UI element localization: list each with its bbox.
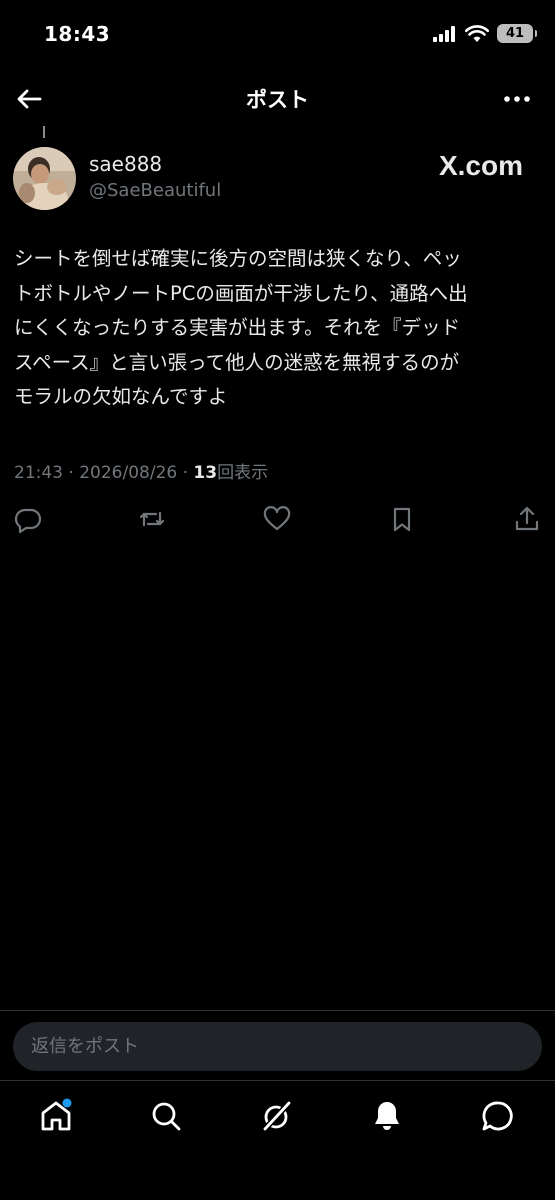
status-bar: 18:43 41 bbox=[0, 0, 555, 70]
battery-icon: 41 bbox=[497, 24, 537, 43]
status-time: 18:43 bbox=[44, 22, 111, 46]
status-icons: 41 bbox=[433, 24, 537, 43]
notification-dot bbox=[62, 1098, 72, 1108]
reply-input[interactable] bbox=[13, 1022, 542, 1071]
share-icon[interactable] bbox=[512, 504, 542, 534]
signal-icon bbox=[433, 25, 455, 42]
reply-icon[interactable] bbox=[13, 504, 43, 534]
page-title: ポスト bbox=[246, 88, 309, 112]
post-text-line: モラルの欠如なんですよ bbox=[14, 385, 228, 408]
post-text-line: スペース』と言い張って他人の迷惑を無視するのが bbox=[14, 350, 460, 374]
author-name[interactable]: sae888 bbox=[89, 152, 162, 176]
avatar-image bbox=[13, 147, 76, 210]
author-handle[interactable]: @SaeBeautiful bbox=[89, 180, 221, 201]
post-text: シートを倒せば確実に後方の空間は狭くなり、ペッ トボトルやノートPCの画面が干渉… bbox=[14, 242, 542, 415]
more-icon[interactable] bbox=[501, 84, 533, 114]
search-icon[interactable] bbox=[148, 1098, 184, 1134]
post-time[interactable]: 21:43 bbox=[14, 463, 63, 483]
top-bar: ポスト bbox=[0, 72, 555, 124]
battery-level: 41 bbox=[505, 26, 525, 41]
notifications-icon[interactable] bbox=[369, 1098, 405, 1134]
bookmark-icon[interactable] bbox=[387, 504, 417, 534]
grok-icon[interactable] bbox=[259, 1098, 295, 1134]
post-text-line: トボトルやノートPCの画面が干渉したり、通路へ出 bbox=[14, 281, 468, 305]
like-icon[interactable] bbox=[262, 504, 292, 534]
home-icon[interactable] bbox=[38, 1098, 74, 1134]
post-date[interactable]: 2026/08/26 bbox=[79, 463, 177, 483]
divider bbox=[0, 1080, 555, 1081]
views-count[interactable]: 13 bbox=[193, 463, 217, 483]
post-meta: 21:43 · 2026/08/26 · 13回表示 bbox=[14, 458, 268, 483]
bottom-nav bbox=[0, 1082, 555, 1152]
views-label[interactable]: 回表示 bbox=[217, 463, 268, 483]
post-actions bbox=[0, 502, 555, 538]
reply-box[interactable] bbox=[13, 1022, 542, 1071]
wifi-icon bbox=[465, 24, 489, 42]
x-com-watermark: X.com bbox=[438, 150, 523, 181]
avatar[interactable] bbox=[13, 147, 76, 210]
thread-line bbox=[43, 126, 45, 138]
divider bbox=[0, 1010, 555, 1011]
post-text-line: シートを倒せば確実に後方の空間は狭くなり、ペッ bbox=[14, 247, 462, 270]
post-text-line: にくくなったりする実害が出ます。それを『デッド bbox=[14, 316, 461, 339]
meta-separator: · bbox=[68, 463, 74, 483]
post-detail-screen: 18:43 41 ポスト sae888 @SaeBeautiful X.com … bbox=[0, 0, 555, 1200]
meta-separator: · bbox=[182, 463, 189, 483]
messages-icon[interactable] bbox=[480, 1098, 516, 1134]
repost-icon[interactable] bbox=[137, 504, 167, 534]
